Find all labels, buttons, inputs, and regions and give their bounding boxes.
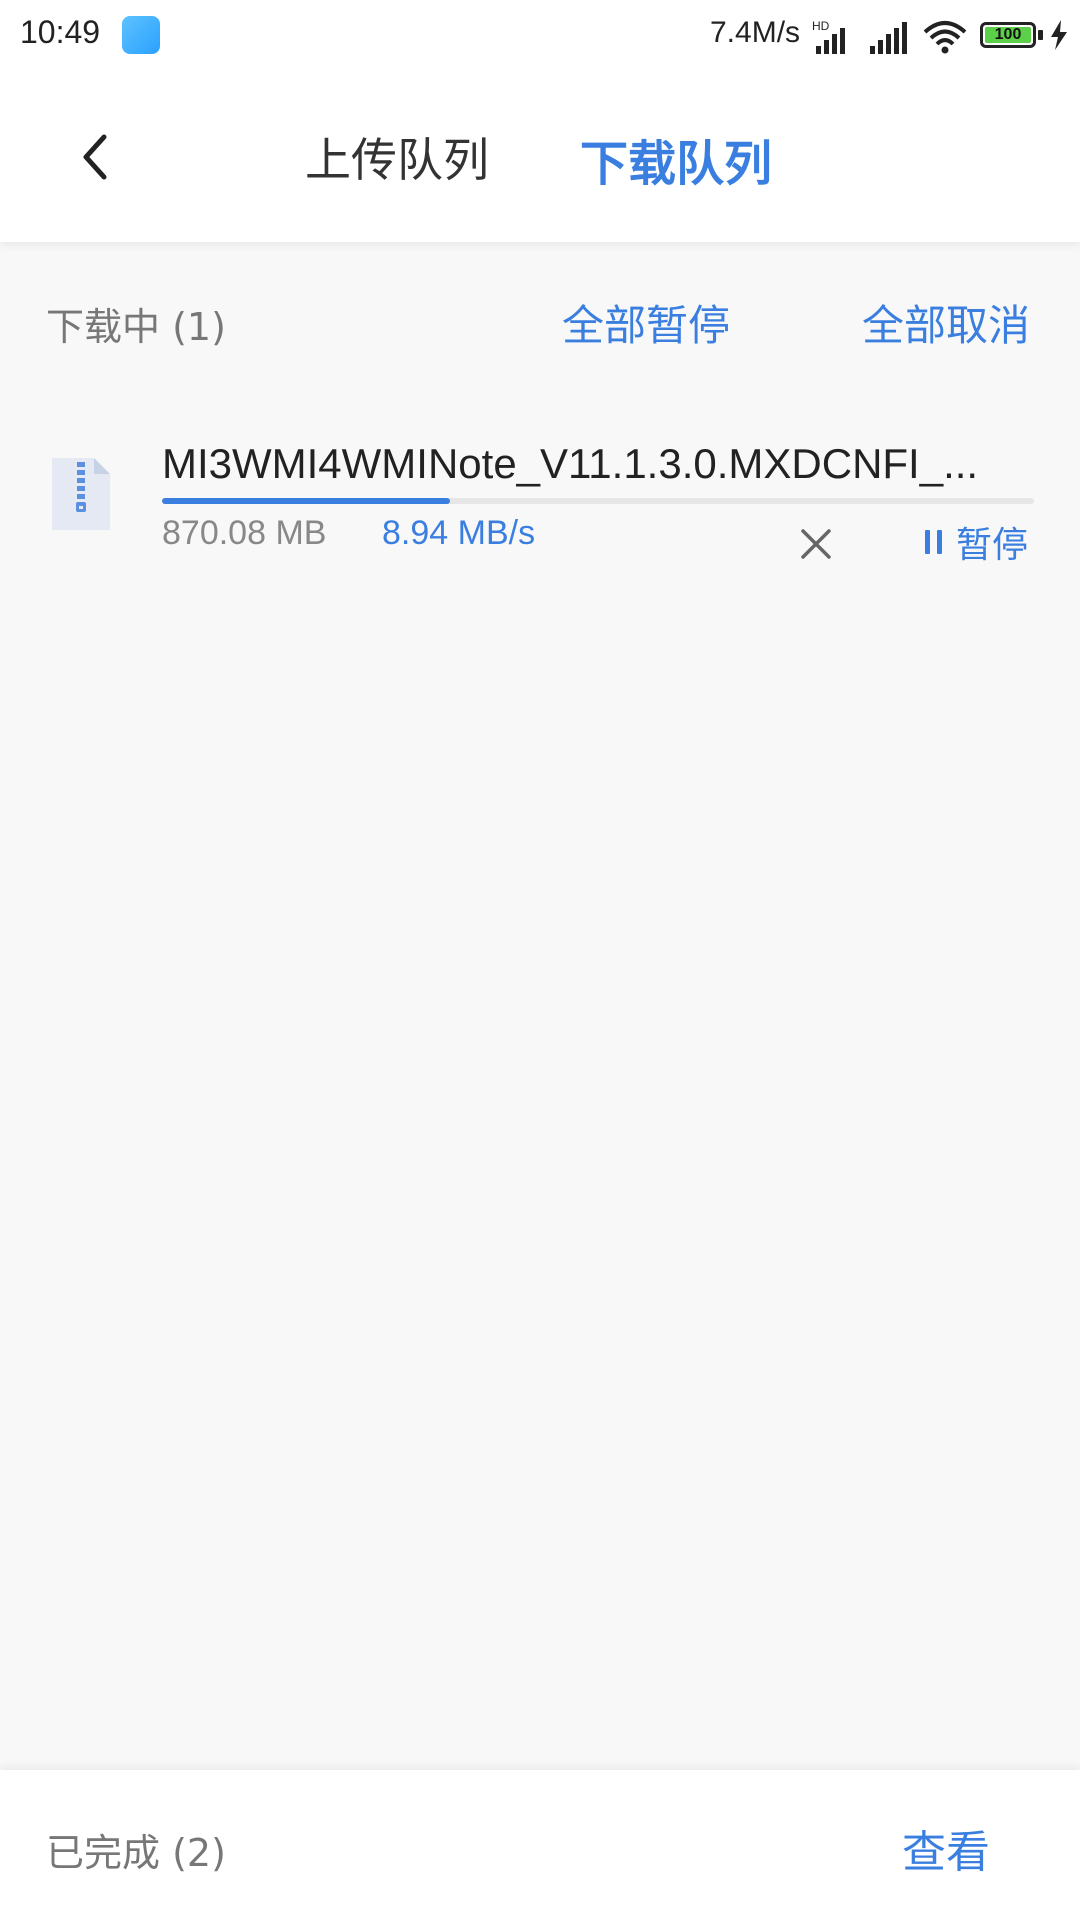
pause-label: 暂停	[956, 525, 1029, 566]
download-list-item[interactable]: MI3WMI4WMINote_V11.1.3.0.MXDCNFI_... 870…	[0, 420, 1080, 580]
downloading-section-header: 下载中 (1) 全部暂停 全部取消	[0, 280, 1080, 360]
status-bar: 10:49 7.4M/s HD 100	[0, 0, 1080, 72]
app-notification-icon	[122, 16, 160, 54]
signal-icon	[870, 22, 907, 54]
download-queue-screen: 10:49 7.4M/s HD 100 上传队列 下载队列 下载中 (1) 全部…	[0, 0, 1080, 1920]
download-speed: 8.94 MB/s	[382, 514, 536, 552]
completed-title: 已完成 (2)	[46, 1831, 226, 1875]
file-name: MI3WMI4WMINote_V11.1.3.0.MXDCNFI_...	[162, 440, 979, 487]
signal-hd-icon: HD	[812, 19, 845, 54]
download-progress-bar	[162, 498, 1034, 504]
battery-level: 100	[985, 27, 1031, 43]
network-badge: HD	[812, 19, 830, 33]
download-progress-fill	[162, 498, 450, 504]
zip-file-icon	[52, 458, 110, 530]
tab-download-queue[interactable]: 下载队列	[580, 124, 772, 194]
back-button[interactable]	[60, 122, 130, 192]
downloading-title: 下载中 (1)	[46, 305, 226, 349]
wifi-icon	[923, 21, 967, 54]
tab-upload-queue[interactable]: 上传队列	[305, 124, 489, 190]
battery-icon: 100	[980, 22, 1036, 48]
view-completed-button[interactable]: 查看	[902, 1816, 990, 1880]
completed-footer: 已完成 (2) 查看	[0, 1770, 1080, 1920]
battery-tip	[1038, 30, 1043, 40]
cancel-download-button[interactable]	[792, 520, 840, 568]
status-time: 10:49	[20, 14, 101, 50]
header: 上传队列 下载队列	[0, 72, 1080, 242]
pause-all-button[interactable]: 全部暂停	[562, 292, 730, 353]
network-speed: 7.4M/s	[710, 16, 801, 49]
chevron-left-icon	[83, 134, 107, 180]
file-size: 870.08 MB	[162, 514, 327, 552]
close-icon	[801, 529, 831, 559]
charging-icon	[1051, 20, 1067, 50]
cancel-all-button[interactable]: 全部取消	[862, 292, 1030, 353]
pause-download-button[interactable]: 暂停	[922, 518, 1028, 566]
pause-icon	[925, 530, 942, 554]
